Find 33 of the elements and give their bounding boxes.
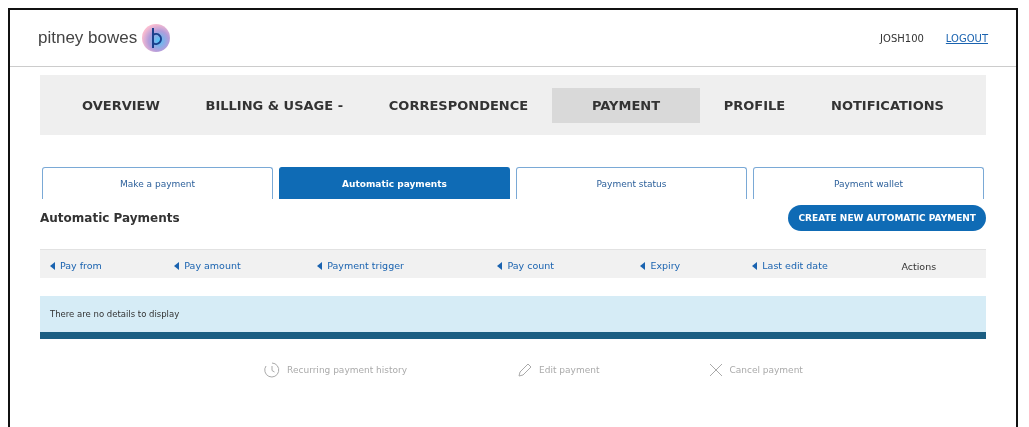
column-header[interactable]: Pay amount	[174, 260, 241, 271]
tab[interactable]: Automatic payments	[279, 167, 510, 199]
section-title: Automatic Payments	[40, 211, 180, 225]
logo-icon	[141, 23, 172, 53]
sort-icon	[497, 261, 503, 270]
username: JOSH100	[880, 32, 924, 44]
sort-icon	[640, 261, 646, 270]
column-header[interactable]: Last edit date	[752, 260, 828, 271]
tab[interactable]: Payment wallet	[753, 167, 984, 199]
nav-item[interactable]: PAYMENT	[551, 87, 700, 123]
clock-icon	[263, 361, 282, 379]
column-header[interactable]: Payment trigger	[317, 260, 404, 271]
tab[interactable]: Make a payment	[42, 167, 273, 199]
column-header[interactable]: Expiry	[640, 260, 681, 271]
pencil-icon	[517, 362, 534, 378]
nav-item[interactable]: PROFILE	[701, 87, 808, 123]
tab[interactable]: Payment status	[516, 167, 747, 199]
column-header[interactable]: Pay from	[50, 260, 102, 271]
close-icon	[709, 363, 724, 377]
sort-icon	[174, 261, 180, 270]
nav-item[interactable]: NOTIFICATIONS	[809, 87, 966, 123]
nav-item[interactable]: OVERVIEW	[60, 87, 182, 123]
logo-text: pitney bowes	[38, 28, 138, 48]
sort-icon	[317, 261, 323, 270]
create-button[interactable]: CREATE NEW AUTOMATIC PAYMENT	[788, 205, 986, 231]
column-header[interactable]: Actions	[901, 260, 937, 272]
column-header[interactable]: Pay count	[497, 260, 555, 271]
logout-link[interactable]: LOGOUT	[945, 32, 988, 44]
sort-icon	[752, 261, 758, 270]
nav-item[interactable]: CORRESPONDENCE	[366, 87, 551, 123]
sort-icon	[50, 261, 55, 270]
empty-message: There are no details to display	[50, 309, 180, 319]
nav-item[interactable]: BILLING & USAGE -	[183, 87, 366, 123]
